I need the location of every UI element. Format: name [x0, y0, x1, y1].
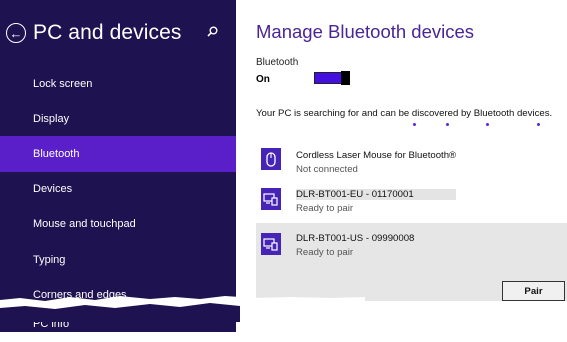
progress-dot [537, 123, 540, 126]
bluetooth-toggle[interactable] [314, 71, 350, 85]
sidebar-item-label: Devices [33, 183, 73, 195]
progress-dot [413, 123, 416, 126]
search-icon[interactable] [207, 24, 218, 42]
device-item-mouse[interactable]: Cordless Laser Mouse for Bluetooth® Not … [256, 142, 567, 178]
sidebar-item-label: Bluetooth [33, 148, 80, 160]
device-name: Cordless Laser Mouse for Bluetooth® [296, 150, 457, 161]
sidebar-item-label: Mouse and touchpad [33, 218, 136, 230]
sidebar-item-label: Display [33, 113, 70, 125]
sidebar: ← PC and devices Lock screen Display Blu… [0, 0, 236, 332]
device-pair-icon [261, 233, 281, 255]
device-item-dlr-eu[interactable]: DLR-BT001-EU - 01170001 Ready to pair [256, 184, 567, 220]
device-status: Ready to pair [296, 247, 354, 258]
sidebar-item-bluetooth[interactable]: Bluetooth [0, 136, 236, 172]
page-title: Manage Bluetooth devices [256, 21, 475, 42]
device-name: DLR-BT001-US - 09990008 [296, 233, 415, 244]
sidebar-item-mouse-and-touchpad[interactable]: Mouse and touchpad [0, 206, 236, 242]
sidebar-item-label: Lock screen [33, 78, 93, 90]
progress-dot [486, 123, 489, 126]
sidebar-header: ← PC and devices [6, 18, 181, 48]
sidebar-title: PC and devices [33, 21, 182, 44]
sidebar-item-lock-screen[interactable]: Lock screen [0, 66, 236, 102]
bluetooth-label: Bluetooth [256, 57, 299, 68]
device-pair-icon [261, 188, 281, 210]
bluetooth-state: On [256, 74, 270, 85]
mouse-icon [261, 148, 281, 170]
back-arrow-icon[interactable]: ← [6, 23, 26, 43]
device-status: Not connected [296, 164, 358, 175]
device-status: Ready to pair [296, 203, 354, 214]
sidebar-item-devices[interactable]: Devices [0, 171, 236, 207]
sidebar-item-display[interactable]: Display [0, 101, 236, 137]
sidebar-item-typing[interactable]: Typing [0, 242, 236, 278]
progress-dot [446, 123, 449, 126]
torn-edge-decoration [0, 296, 365, 322]
discovery-status-text: Your PC is searching for and can be disc… [256, 108, 553, 119]
toggle-thumb[interactable] [341, 71, 350, 85]
sidebar-item-label: Typing [33, 254, 66, 266]
device-name: DLR-BT001-EU - 01170001 [296, 189, 456, 200]
